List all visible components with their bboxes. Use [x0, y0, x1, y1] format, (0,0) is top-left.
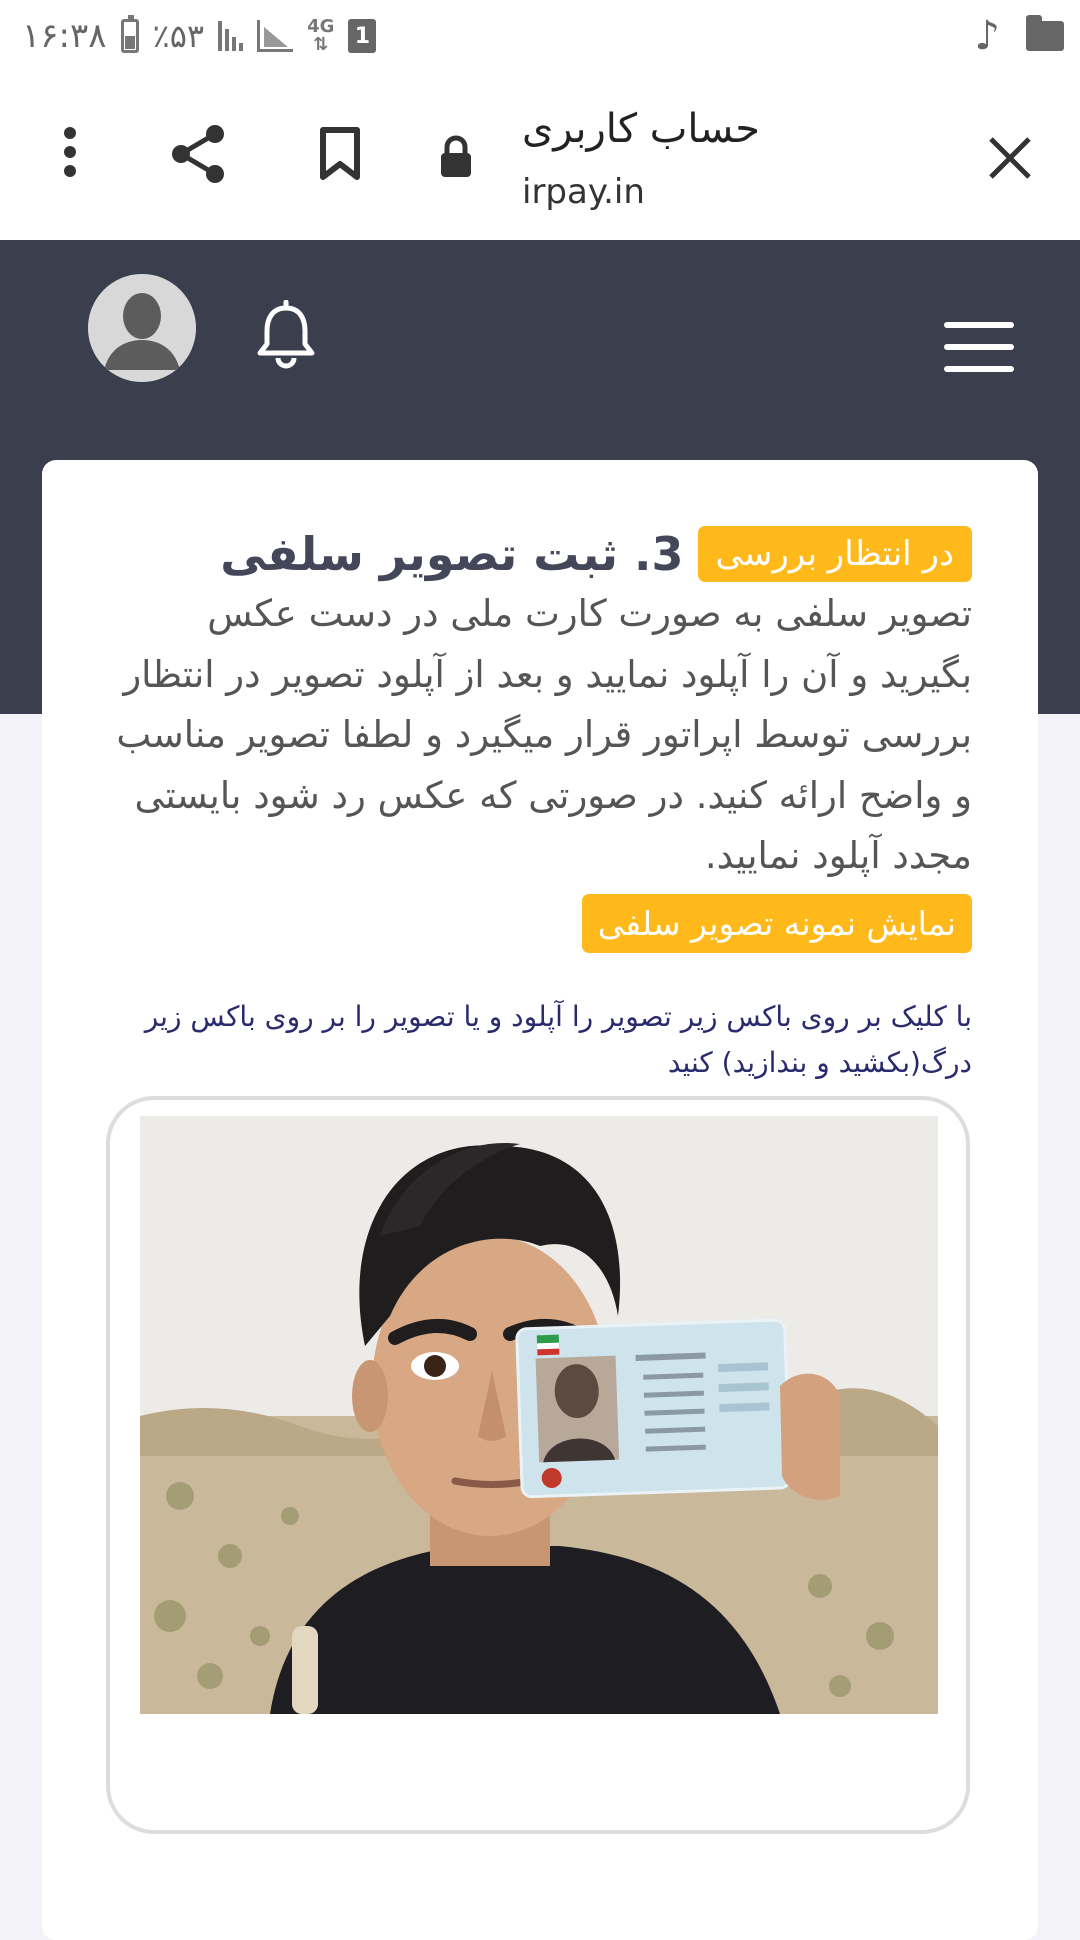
status-time: ۱۶:۳۸	[22, 16, 107, 56]
upload-hint: با کلیک بر روی باکس زیر تصویر را آپلود و…	[144, 1000, 972, 1079]
status-badge: در انتظار بررسی	[697, 526, 972, 582]
step-description: تصویر سلفی به صورت کارت ملی در دست عکس ب…	[116, 592, 972, 877]
close-icon[interactable]	[982, 130, 1038, 186]
browser-toolbar: حساب کاربری irpay.in	[0, 72, 1080, 240]
user-avatar[interactable]	[88, 274, 196, 382]
music-note-icon: ♪	[974, 13, 1000, 59]
show-sample-selfie-button[interactable]: نمایش نمونه تصویر سلفی	[581, 894, 972, 953]
bookmark-icon[interactable]	[316, 124, 364, 184]
signal-icon	[218, 21, 244, 51]
lock-icon	[436, 132, 476, 182]
page-url[interactable]: irpay.in	[522, 172, 645, 212]
network-type: 4G ⇅	[307, 16, 335, 55]
page-title: حساب کاربری	[521, 106, 760, 152]
uploaded-selfie-image	[140, 1116, 938, 1714]
sim-slot-icon: 1	[348, 19, 377, 53]
battery-icon	[120, 15, 139, 53]
menu-icon[interactable]	[944, 322, 1014, 372]
upload-dropzone[interactable]	[106, 1096, 970, 1834]
step-title: 3. ثبت تصویر سلفی	[220, 527, 684, 581]
notification-bell-icon[interactable]	[254, 299, 318, 370]
signal-strength-icon	[257, 20, 294, 52]
folder-icon	[1026, 15, 1064, 51]
battery-percentage: ٪۵۳	[152, 17, 205, 55]
more-options-icon[interactable]	[50, 112, 90, 192]
selfie-step-card: 3. ثبت تصویر سلفی در انتظار بررسی تصویر …	[42, 460, 1038, 1940]
status-bar: ۱۶:۳۸ ٪۵۳ 4G ⇅ 1 ♪	[0, 0, 1080, 72]
share-icon[interactable]	[166, 122, 230, 186]
step-heading: 3. ثبت تصویر سلفی در انتظار بررسی	[220, 526, 972, 582]
